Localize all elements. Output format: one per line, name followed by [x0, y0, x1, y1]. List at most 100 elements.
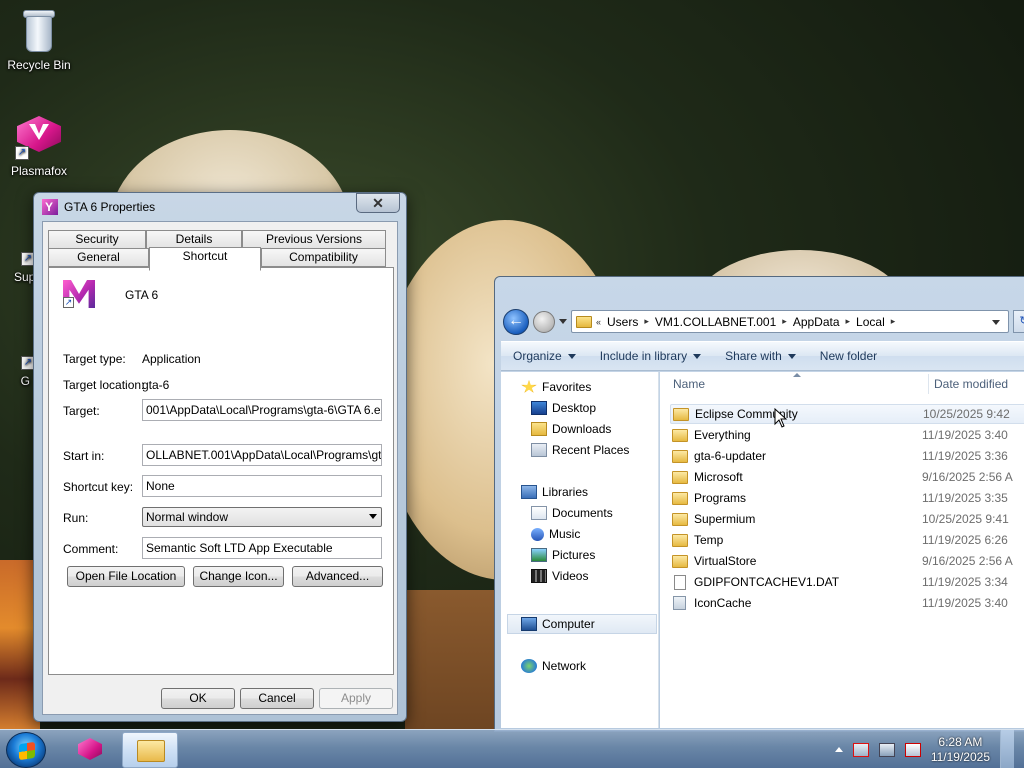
tab-previous-versions[interactable]: Previous Versions [242, 230, 386, 249]
ok-button[interactable]: OK [161, 688, 235, 709]
file-name: gta-6-updater [694, 449, 767, 463]
close-icon: ✕ [372, 195, 384, 211]
show-desktop-button[interactable] [1000, 730, 1014, 768]
address-bar[interactable]: « Users ▸ VM1.COLLABNET.001 ▸ AppData ▸ … [571, 310, 1009, 333]
file-row[interactable]: Temp 11/19/2025 6:26 [670, 530, 1024, 550]
arrow-left-icon: ← [508, 312, 524, 329]
file-list: Name Date modified Eclipse Community 10/2… [660, 372, 1024, 728]
nav-label: Desktop [552, 401, 597, 415]
cancel-button[interactable]: Cancel [240, 688, 314, 709]
file-row[interactable]: Microsoft 9/16/2025 2:56 A [670, 467, 1024, 487]
plasmafox-icon: ↗ [15, 112, 63, 160]
include-in-library-button[interactable]: Include in library [588, 349, 713, 363]
folder-icon [137, 740, 165, 762]
dialog-titlebar[interactable]: GTA 6 Properties [42, 198, 155, 216]
file-name: Microsoft [694, 470, 743, 484]
breadcrumb-appdata[interactable]: AppData [787, 315, 846, 329]
taskbar: 6:28 AM 11/19/2025 [0, 729, 1024, 768]
shortcut-key-label: Shortcut key: [63, 480, 134, 494]
nav-pictures[interactable]: Pictures [531, 548, 595, 562]
file-name: VirtualStore [694, 554, 757, 568]
clock[interactable]: 6:28 AM 11/19/2025 [931, 735, 990, 765]
target-input[interactable]: 001\AppData\Local\Programs\gta-6\GTA 6.e… [142, 399, 382, 421]
nav-downloads[interactable]: Downloads [531, 422, 611, 436]
column-header-name[interactable]: Name [673, 372, 705, 396]
folder-icon [672, 533, 688, 547]
nav-libraries[interactable]: Libraries [521, 485, 588, 499]
address-dropdown[interactable] [992, 320, 1000, 325]
file-row[interactable]: GDIPFONTCACHEV1.DAT 11/19/2025 3:34 [670, 572, 1024, 592]
file-name: Programs [694, 491, 747, 505]
start-in-input[interactable]: OLLABNET.001\AppData\Local\Programs\gta-… [142, 444, 382, 466]
run-select-value: Normal window [146, 510, 229, 524]
file-row[interactable]: Supermium 10/25/2025 9:41 [670, 509, 1024, 529]
tab-general[interactable]: General [48, 248, 149, 267]
nav-favorites[interactable]: Favorites [521, 380, 591, 394]
volume-muted-icon[interactable] [904, 742, 921, 757]
recent-pages-dropdown[interactable] [559, 319, 567, 324]
start-in-label: Start in: [63, 449, 105, 463]
network-icon [521, 659, 537, 673]
start-button[interactable] [6, 732, 46, 768]
desktop-icon-recycle-bin[interactable]: Recycle Bin [4, 8, 74, 72]
clock-time: 6:28 AM [938, 734, 983, 749]
close-button[interactable]: ✕ [356, 193, 400, 213]
file-row[interactable]: Everything 11/19/2025 3:40 [670, 425, 1024, 445]
folder-icon [672, 428, 688, 442]
nav-videos[interactable]: Videos [531, 569, 588, 583]
desktop-icon [531, 401, 547, 415]
breadcrumb-user[interactable]: VM1.COLLABNET.001 [649, 315, 782, 329]
file-row[interactable]: Programs 11/19/2025 3:35 [670, 488, 1024, 508]
nav-recent-places[interactable]: Recent Places [531, 443, 629, 457]
new-folder-button[interactable]: New folder [808, 349, 889, 363]
explorer-window: ← « Users ▸ VM1.COLLABNET.001 ▸ AppData … [494, 276, 1024, 732]
breadcrumb-users[interactable]: Users [601, 315, 644, 329]
show-hidden-icons-icon[interactable] [834, 747, 843, 752]
back-button[interactable]: ← [503, 309, 529, 335]
file-row[interactable]: VirtualStore 9/16/2025 2:56 A [670, 551, 1024, 571]
run-select[interactable]: Normal window [142, 507, 382, 527]
comment-input[interactable]: Semantic Soft LTD App Executable [142, 537, 382, 559]
file-row[interactable]: gta-6-updater 11/19/2025 3:36 [670, 446, 1024, 466]
organize-button[interactable]: Organize [501, 349, 588, 363]
folder-icon [672, 449, 688, 463]
nav-computer[interactable]: Computer [521, 617, 595, 631]
tab-security[interactable]: Security [48, 230, 146, 249]
taskbar-explorer[interactable] [122, 732, 178, 768]
desktop-icon-plasmafox[interactable]: ↗ Plasmafox [4, 112, 74, 178]
column-divider[interactable] [928, 374, 929, 394]
desktop-icon-label: Plasmafox [10, 164, 68, 178]
refresh-button[interactable]: ↻ [1013, 310, 1024, 333]
nav-network[interactable]: Network [521, 659, 586, 673]
chevron-right-icon[interactable]: ▸ [891, 316, 896, 327]
open-file-location-button[interactable]: Open File Location [67, 566, 185, 587]
forward-button[interactable] [533, 311, 555, 333]
advanced-button[interactable]: Advanced... [292, 566, 383, 587]
breadcrumb-local[interactable]: Local [850, 315, 891, 329]
sort-ascending-icon [793, 373, 801, 377]
mouse-cursor-icon [774, 408, 788, 428]
shortcut-name: GTA 6 [125, 288, 159, 302]
nav-music[interactable]: Music [531, 527, 580, 541]
change-icon-button[interactable]: Change Icon... [193, 566, 284, 587]
nav-documents[interactable]: Documents [531, 506, 613, 520]
folder-icon [672, 512, 688, 526]
recent-places-icon [531, 443, 547, 457]
apply-button[interactable]: Apply [319, 688, 393, 709]
network-icon[interactable] [878, 742, 895, 757]
share-with-button[interactable]: Share with [713, 349, 808, 363]
shortcut-key-input[interactable]: None [142, 475, 382, 497]
target-type-label: Target type: [63, 352, 126, 366]
refresh-icon: ↻ [1019, 315, 1024, 327]
nav-label: Favorites [542, 380, 592, 394]
column-header-date-modified[interactable]: Date modified [934, 372, 1008, 396]
tab-shortcut[interactable]: Shortcut [149, 247, 261, 271]
tab-compatibility[interactable]: Compatibility [261, 248, 386, 267]
nav-desktop[interactable]: Desktop [531, 401, 596, 415]
file-row[interactable]: IconCache 11/19/2025 3:40 [670, 593, 1024, 613]
file-date: 11/19/2025 3:35 [922, 491, 1008, 505]
action-center-icon[interactable] [852, 742, 869, 757]
file-row[interactable]: Eclipse Community 10/25/2025 9:42 [670, 404, 1024, 424]
file-name: Temp [694, 533, 724, 547]
taskbar-plasmafox[interactable] [62, 732, 118, 768]
